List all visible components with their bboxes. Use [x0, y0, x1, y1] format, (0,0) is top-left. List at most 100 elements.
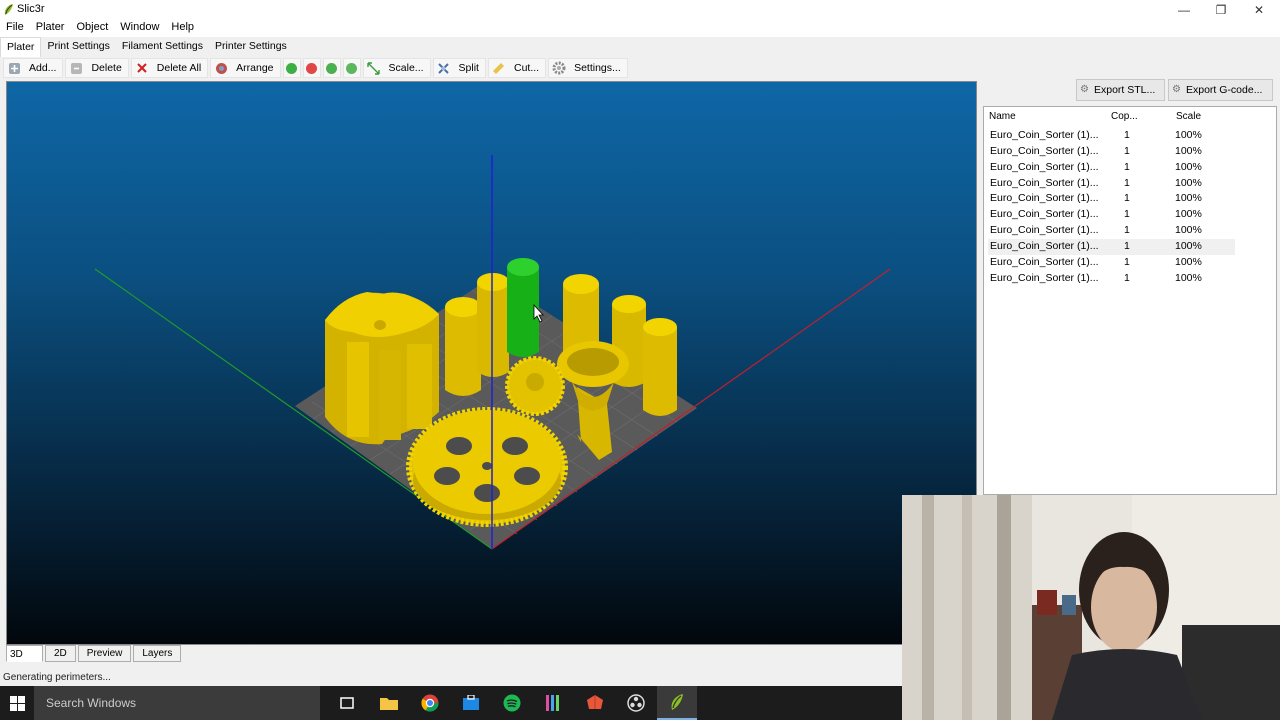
- object-copies: 1: [1124, 129, 1130, 141]
- store-button[interactable]: [451, 686, 491, 720]
- maximize-button[interactable]: ❐: [1202, 0, 1240, 19]
- add-button[interactable]: Add...: [3, 58, 64, 78]
- object-scale: 100%: [1175, 208, 1202, 221]
- column-header-copies[interactable]: Cop...: [1111, 111, 1138, 122]
- gear-icon: [552, 61, 566, 75]
- split-icon: [437, 61, 451, 75]
- object-name: Euro_Coin_Sorter (1)...: [990, 160, 1099, 173]
- cut-button[interactable]: Cut...: [487, 58, 547, 78]
- plus-circle-icon: [286, 62, 298, 74]
- scale-button[interactable]: Scale...: [362, 58, 431, 78]
- rotate-right-button[interactable]: [342, 58, 361, 78]
- object-name: Euro_Coin_Sorter (1)...: [990, 144, 1099, 157]
- status-text: Generating perimeters...: [3, 671, 111, 683]
- rotate-left-button[interactable]: [322, 58, 341, 78]
- 3d-viewport[interactable]: [6, 81, 977, 645]
- minimize-button[interactable]: —: [1165, 0, 1203, 19]
- tab-printer-settings[interactable]: Printer Settings: [209, 37, 293, 57]
- tab-3d[interactable]: 3D: [6, 645, 43, 662]
- menu-bar: File Plater Object Window Help: [0, 19, 1280, 37]
- tab-2d[interactable]: 2D: [45, 645, 76, 662]
- settings-button[interactable]: Settings...: [548, 58, 628, 78]
- taskbar-search-box[interactable]: Search Windows: [34, 686, 320, 720]
- delete-all-button-label: Delete All: [156, 62, 202, 74]
- export-stl-button[interactable]: ⚙ Export STL...: [1076, 79, 1165, 101]
- list-item[interactable]: Euro_Coin_Sorter (1)... 1 100%: [988, 191, 1235, 207]
- object-name: Euro_Coin_Sorter (1)...: [990, 176, 1099, 189]
- object-tube-1[interactable]: [445, 297, 481, 396]
- tab-layers[interactable]: Layers: [133, 645, 182, 662]
- object-scale: 100%: [1175, 160, 1202, 173]
- export-gcode-button[interactable]: ⚙ Export G-code...: [1168, 79, 1273, 101]
- chrome-button[interactable]: [410, 686, 450, 720]
- minimize-icon: —: [1178, 2, 1190, 17]
- split-button[interactable]: Split: [432, 58, 486, 78]
- rotate-left-icon: [326, 62, 338, 74]
- obs-button[interactable]: [616, 686, 656, 720]
- list-item[interactable]: Euro_Coin_Sorter (1)... 1 100%: [988, 207, 1235, 223]
- delete-all-button[interactable]: Delete All: [130, 58, 209, 78]
- object-tube-5[interactable]: [643, 318, 677, 416]
- list-item[interactable]: Euro_Coin_Sorter (1)... 1 100%: [988, 144, 1235, 160]
- list-item[interactable]: Euro_Coin_Sorter (1)... 1 100%: [988, 238, 1235, 255]
- object-tube-2[interactable]: [477, 273, 509, 377]
- object-scale: 100%: [1175, 224, 1202, 237]
- tab-print-settings[interactable]: Print Settings: [41, 37, 115, 57]
- object-small-gear[interactable]: [505, 356, 565, 416]
- object-copies: 1: [1124, 239, 1130, 252]
- object-pane: ⚙ Export STL... ⚙ Export G-code... Name …: [980, 79, 1280, 495]
- object-name: Euro_Coin_Sorter (1)...: [990, 255, 1099, 268]
- slic3r-icon: [671, 694, 683, 710]
- spotify-button[interactable]: [492, 686, 532, 720]
- delete-button[interactable]: Delete: [65, 58, 129, 78]
- delete-button-label: Delete: [91, 62, 122, 74]
- spotify-icon: [503, 694, 521, 712]
- file-explorer-button[interactable]: [369, 686, 409, 720]
- window-title: Slic3r: [17, 3, 45, 15]
- decrease-copies-button[interactable]: [302, 58, 321, 78]
- slic3r-taskbar-button[interactable]: [657, 686, 697, 720]
- object-name: Euro_Coin_Sorter (1)...: [990, 271, 1099, 284]
- object-large-gear[interactable]: [406, 407, 568, 527]
- tab-preview[interactable]: Preview: [77, 645, 132, 662]
- menu-object[interactable]: Object: [70, 19, 114, 37]
- app-button[interactable]: [575, 686, 615, 720]
- app-icon: [546, 695, 559, 711]
- menu-help[interactable]: Help: [165, 19, 200, 37]
- list-item[interactable]: Euro_Coin_Sorter (1)... 1 100%: [988, 255, 1235, 271]
- cross-icon: [135, 61, 149, 75]
- menu-file[interactable]: File: [0, 19, 30, 37]
- gear-icon: ⚙: [1172, 84, 1181, 95]
- list-item[interactable]: Euro_Coin_Sorter (1)... 1 100%: [988, 176, 1235, 192]
- increase-copies-button[interactable]: [282, 58, 301, 78]
- tab-plater[interactable]: Plater: [0, 37, 42, 57]
- export-gcode-label: Export G-code...: [1186, 84, 1263, 96]
- task-view-button[interactable]: [327, 686, 367, 720]
- list-item[interactable]: Euro_Coin_Sorter (1)... 1 100%: [988, 128, 1235, 144]
- list-item[interactable]: Euro_Coin_Sorter (1)... 1 100%: [988, 271, 1235, 287]
- menu-window[interactable]: Window: [114, 19, 165, 37]
- export-stl-label: Export STL...: [1094, 84, 1156, 96]
- webcam-person-image: [902, 495, 1280, 720]
- column-header-name[interactable]: Name: [989, 111, 1016, 122]
- store-icon: [463, 695, 479, 710]
- windows-taskbar: Search Windows: [0, 686, 902, 720]
- list-item[interactable]: Euro_Coin_Sorter (1)... 1 100%: [988, 223, 1235, 239]
- cut-icon: [492, 61, 506, 75]
- scale-button-label: Scale...: [388, 62, 424, 74]
- object-list[interactable]: Name Cop... Scale Euro_Coin_Sorter (1)..…: [983, 106, 1277, 495]
- arrange-button[interactable]: Arrange: [210, 58, 281, 78]
- slic3r-logo-icon: [4, 4, 13, 15]
- close-button[interactable]: ✕: [1240, 0, 1278, 19]
- menu-plater[interactable]: Plater: [30, 19, 71, 37]
- start-button[interactable]: [0, 686, 34, 720]
- list-item[interactable]: Euro_Coin_Sorter (1)... 1 100%: [988, 160, 1235, 176]
- app-button[interactable]: [533, 686, 573, 720]
- minus-circle-icon: [306, 62, 318, 74]
- object-coin-tube-rack[interactable]: [325, 292, 439, 445]
- windows-logo-icon: [9, 695, 25, 711]
- plater-toolbar: Add... Delete Delete All Arrange Scale..…: [0, 57, 980, 79]
- object-copies: 1: [1124, 208, 1130, 221]
- tab-filament-settings[interactable]: Filament Settings: [116, 37, 209, 57]
- column-header-scale[interactable]: Scale: [1176, 111, 1201, 122]
